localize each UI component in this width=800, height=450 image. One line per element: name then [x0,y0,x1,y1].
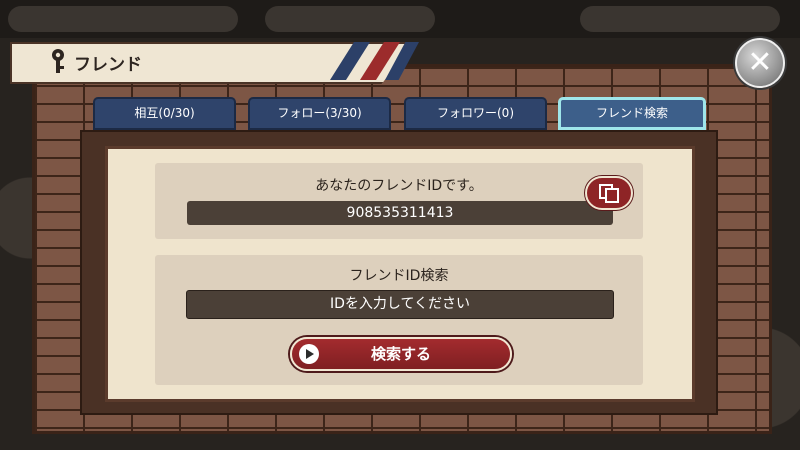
copy-icon [599,184,619,203]
copy-id-button[interactable] [585,176,633,210]
my-id-label: あなたのフレンドIDです。 [315,178,483,194]
tab-label: フレンド検索 [595,106,668,120]
background-hud-element [265,6,435,32]
play-icon [299,344,319,364]
search-label: フレンドID検索 [349,268,449,284]
my-id-value: 908535311413 [187,201,613,225]
close-icon: ✕ [747,45,773,80]
tab-mutual[interactable]: 相互(0/30) [93,97,236,130]
tab-label: 相互(0/30) [134,106,195,120]
background-hud-element [8,6,238,32]
tab-label: フォロワー(0) [437,106,514,120]
close-button[interactable]: ✕ [735,38,785,88]
dialog-title: フレンド [74,55,142,75]
search-button-label: 検索する [370,345,431,363]
tab-follower[interactable]: フォロワー(0) [404,97,547,130]
search-button[interactable]: 検索する [290,337,512,371]
tab-follow[interactable]: フォロー(3/30) [248,97,391,130]
background-hud [0,0,800,38]
search-id-input[interactable]: IDを入力してください [186,290,614,319]
background-hud-element [580,6,780,32]
tab-friend-search[interactable]: フレンド検索 [558,97,706,130]
key-icon [50,48,66,74]
tab-label: フォロー(3/30) [277,106,362,120]
